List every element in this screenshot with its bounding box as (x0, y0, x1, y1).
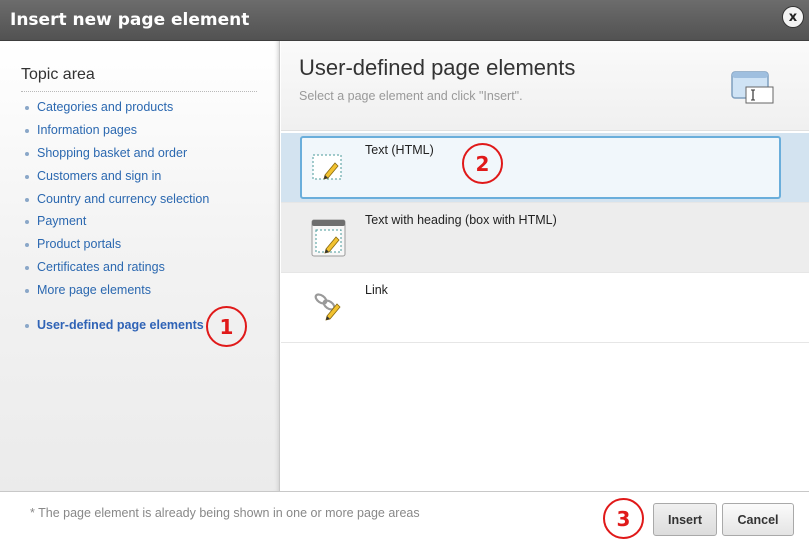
page-subtitle: Select a page element and click "Insert"… (299, 89, 523, 103)
bullet-icon (25, 174, 29, 179)
sidebar-item-more-page-elements[interactable]: More page elements (25, 283, 209, 306)
sidebar-item-label: Shopping basket and order (37, 145, 188, 160)
sidebar-item-categories-and-products[interactable]: Categories and products (25, 100, 209, 123)
sidebar-item-label: User-defined page elements (37, 318, 204, 333)
sidebar-item-user-defined[interactable]: User-defined page elements (25, 318, 209, 341)
bullet-icon (25, 324, 29, 329)
link-icon (314, 293, 341, 321)
element-label: Link (365, 283, 388, 297)
sidebar-item-certificates[interactable]: Certificates and ratings (25, 260, 209, 283)
dialog-title: Insert new page element (10, 10, 250, 30)
topic-list: Categories and products Information page… (25, 100, 209, 341)
bullet-icon (25, 128, 29, 133)
window-text-icon (731, 71, 774, 104)
step-marker-1: 1 (206, 306, 247, 347)
sidebar-item-label: Categories and products (37, 100, 174, 114)
bullet-icon (25, 220, 29, 225)
bullet-icon (25, 197, 29, 202)
sidebar-heading: Topic area (21, 66, 257, 92)
step-marker-2: 2 (462, 143, 503, 184)
page-title: User-defined page elements (299, 55, 576, 80)
main-header: User-defined page elements Select a page… (281, 41, 809, 131)
sidebar-item-label: Product portals (37, 237, 122, 252)
bullet-icon (25, 266, 29, 271)
step-marker-3: 3 (603, 498, 644, 539)
element-row-link[interactable]: Link (281, 273, 809, 343)
element-row-text-heading[interactable]: Text with heading (box with HTML) (281, 203, 809, 273)
bullet-icon (25, 243, 29, 248)
sidebar-item-customers[interactable]: Customers and sign in (25, 169, 209, 192)
insert-button[interactable]: Insert (653, 503, 717, 536)
sidebar-item-shopping-basket[interactable]: Shopping basket and order (25, 146, 209, 169)
bullet-icon (25, 106, 29, 110)
sidebar-item-product-portals[interactable]: Product portals (25, 237, 209, 260)
footer-note: * The page element is already being show… (30, 506, 420, 520)
main-panel: User-defined page elements Select a page… (281, 41, 809, 491)
bullet-icon (25, 151, 29, 156)
sidebar-item-label: More page elements (37, 283, 151, 298)
element-list: Text (HTML) Text with heading (box with … (281, 133, 809, 343)
sidebar-item-label: Country and currency selection (37, 191, 210, 206)
sidebar-item-label: Payment (37, 214, 87, 229)
sidebar-item-payment[interactable]: Payment (25, 214, 209, 237)
element-label: Text (HTML) (365, 143, 434, 157)
sidebar-item-label: Information pages (37, 122, 138, 137)
topic-sidebar: Topic area Categories and products Infor… (0, 41, 280, 491)
sidebar-item-information-pages[interactable]: Information pages (25, 123, 209, 146)
text-html-icon (312, 154, 342, 180)
element-row-text-html[interactable]: Text (HTML) (281, 133, 809, 203)
bullet-icon (25, 289, 29, 294)
sidebar-item-label: Customers and sign in (37, 168, 162, 183)
cancel-button[interactable]: Cancel (722, 503, 794, 536)
dialog-footer: * The page element is already being show… (0, 491, 809, 554)
dialog-titlebar: Insert new page element x (0, 0, 809, 41)
close-button[interactable]: x (782, 6, 804, 28)
sidebar-item-country-currency[interactable]: Country and currency selection (25, 192, 209, 215)
element-label: Text with heading (box with HTML) (365, 213, 557, 227)
sidebar-item-label: Certificates and ratings (37, 260, 165, 275)
text-heading-box-icon (311, 219, 346, 257)
